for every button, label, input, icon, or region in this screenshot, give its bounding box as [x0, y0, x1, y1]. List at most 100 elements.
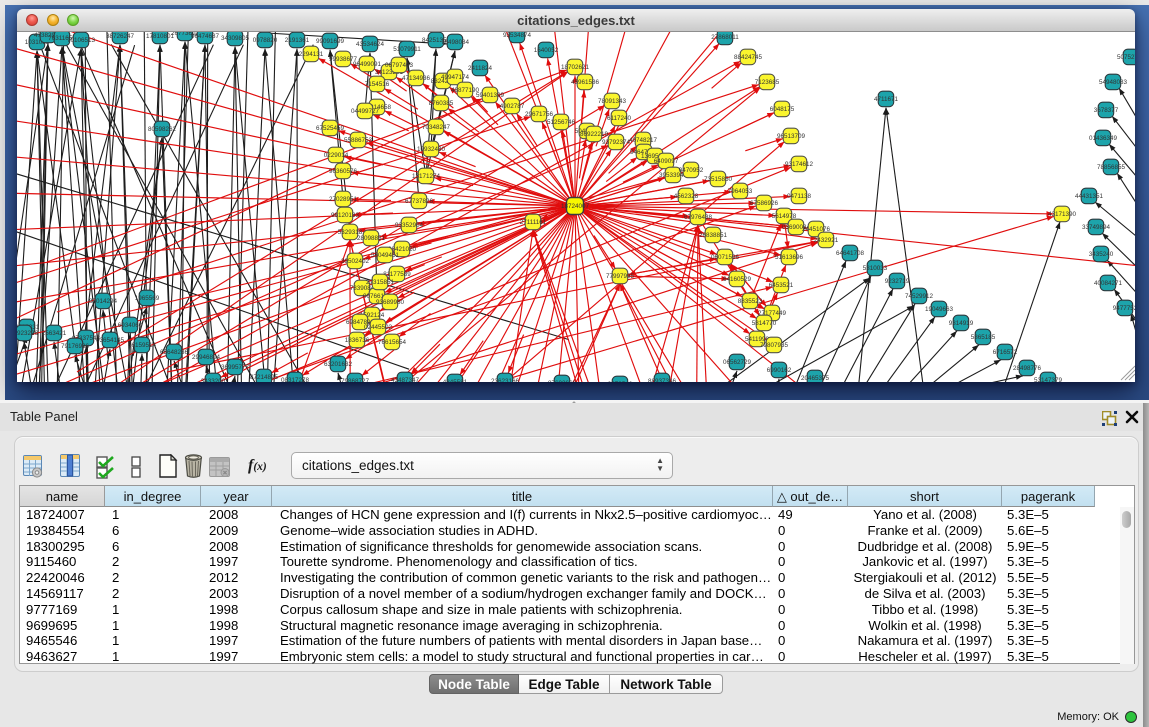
svg-text:6409097: 6409097 — [654, 158, 679, 165]
svg-text:70106513: 70106513 — [67, 37, 96, 44]
svg-text:59401399: 59401399 — [476, 92, 505, 99]
svg-text:96499091: 96499091 — [353, 61, 382, 68]
svg-text:06474687: 06474687 — [191, 33, 220, 40]
svg-text:44431351: 44431351 — [1075, 193, 1104, 200]
svg-text:9232719: 9232719 — [885, 278, 910, 285]
svg-text:06797403: 06797403 — [385, 62, 414, 69]
svg-text:8835523: 8835523 — [738, 298, 763, 305]
svg-text:2563421: 2563421 — [42, 330, 67, 337]
svg-text:27315851: 27315851 — [366, 279, 395, 286]
svg-text:51079911: 51079911 — [393, 46, 421, 53]
svg-text:51256746: 51256746 — [547, 119, 576, 126]
svg-text:43487347: 43487347 — [391, 377, 420, 382]
svg-text:64160529: 64160529 — [723, 276, 752, 283]
svg-text:67737826: 67737826 — [405, 198, 434, 205]
svg-text:0471138: 0471138 — [787, 193, 812, 200]
svg-text:34309805: 34309805 — [221, 35, 250, 42]
svg-text:04499727: 04499727 — [351, 108, 380, 115]
svg-text:6934060: 6934060 — [118, 322, 143, 329]
svg-text:29946804: 29946804 — [192, 354, 221, 361]
svg-text:86922219: 86922219 — [580, 131, 609, 138]
svg-text:56159514: 56159514 — [128, 342, 157, 349]
svg-text:29671756: 29671756 — [525, 111, 554, 118]
svg-text:39502402: 39502402 — [341, 258, 370, 265]
svg-text:33749894: 33749894 — [1082, 224, 1111, 231]
svg-text:93689980: 93689980 — [376, 299, 405, 306]
svg-text:27028951: 27028951 — [329, 196, 358, 203]
svg-text:9670546: 9670546 — [608, 381, 633, 382]
svg-text:6117240: 6117240 — [607, 115, 632, 122]
svg-text:78856855: 78856855 — [1097, 164, 1126, 171]
svg-text:28098851: 28098851 — [357, 235, 386, 242]
svg-text:18702621: 18702621 — [561, 64, 590, 71]
svg-text:76615654: 76615654 — [378, 339, 407, 346]
svg-text:18724007: 18724007 — [561, 203, 590, 210]
svg-text:2432921: 2432921 — [814, 237, 839, 244]
svg-text:26838851: 26838851 — [699, 232, 728, 239]
svg-text:64641708: 64641708 — [836, 250, 865, 257]
svg-text:2191361: 2191361 — [285, 37, 310, 44]
svg-text:93174612: 93174612 — [785, 161, 814, 168]
svg-text:54948083: 54948083 — [1099, 79, 1128, 86]
svg-text:73515850: 73515850 — [704, 176, 733, 183]
svg-text:79807935: 79807935 — [760, 342, 789, 349]
svg-text:49947174: 49947174 — [441, 74, 470, 81]
svg-text:13171274: 13171274 — [412, 173, 441, 180]
svg-text:65648236: 65648236 — [160, 349, 189, 356]
svg-text:6716572: 6716572 — [993, 349, 1018, 356]
svg-text:6990162: 6990162 — [767, 367, 792, 374]
svg-text:43171390: 43171390 — [1048, 211, 1077, 218]
svg-text:19049663: 19049663 — [925, 306, 954, 313]
svg-text:85014294: 85014294 — [89, 298, 118, 305]
svg-text:56049451: 56049451 — [371, 252, 400, 259]
svg-text:4711671: 4711671 — [874, 96, 899, 103]
svg-text:86923226: 86923226 — [17, 330, 38, 337]
svg-text:10932480: 10932480 — [417, 146, 446, 153]
svg-text:1836736: 1836736 — [345, 337, 370, 344]
svg-text:3678377: 3678377 — [1094, 107, 1119, 114]
svg-text:74529912: 74529912 — [905, 293, 934, 300]
svg-text:63201632: 63201632 — [324, 361, 353, 368]
svg-text:99091699: 99091699 — [316, 38, 345, 45]
svg-text:50752735: 50752735 — [1117, 54, 1135, 61]
svg-text:8760385: 8760385 — [429, 100, 454, 107]
svg-text:79176936: 79176936 — [61, 343, 90, 350]
svg-text:6453521: 6453521 — [769, 282, 794, 289]
svg-text:96513709: 96513709 — [777, 133, 806, 140]
svg-text:67525459: 67525459 — [316, 125, 345, 132]
svg-text:3433200: 3433200 — [201, 378, 226, 382]
svg-text:1965569: 1965569 — [135, 295, 160, 302]
svg-text:28498776: 28498776 — [1013, 365, 1042, 372]
svg-text:77997995: 77997995 — [606, 273, 635, 280]
svg-text:4345581: 4345581 — [443, 379, 468, 382]
svg-text:5310033: 5310033 — [863, 265, 888, 272]
svg-text:9477752: 9477752 — [1113, 305, 1135, 312]
svg-text:78091343: 78091343 — [598, 98, 627, 105]
svg-text:38726247: 38726247 — [106, 33, 135, 40]
svg-text:9314919: 9314919 — [949, 320, 974, 327]
svg-text:08317278: 08317278 — [281, 377, 310, 382]
svg-text:5814770: 5814770 — [752, 320, 777, 327]
svg-text:2294131: 2294131 — [299, 51, 324, 58]
svg-text:0978820: 0978820 — [253, 37, 278, 44]
svg-text:03654145: 03654145 — [96, 337, 125, 344]
svg-text:53147379: 53147379 — [1034, 377, 1063, 382]
svg-text:5865185: 5865185 — [971, 334, 996, 341]
svg-text:40748217: 40748217 — [629, 137, 658, 144]
svg-text:55886753: 55886753 — [344, 137, 373, 144]
svg-text:78498084: 78498084 — [441, 39, 470, 46]
svg-text:47134936: 47134936 — [402, 75, 431, 82]
svg-text:7964053: 7964053 — [728, 188, 753, 195]
svg-text:96360576: 96360576 — [329, 168, 358, 175]
svg-text:06562729: 06562729 — [723, 359, 752, 366]
svg-text:88424745: 88424745 — [734, 54, 763, 61]
svg-text:93534874: 93534874 — [503, 32, 532, 39]
svg-text:27111161: 27111161 — [520, 219, 547, 226]
svg-text:43534624: 43534624 — [356, 41, 385, 48]
svg-text:51613696: 51613696 — [775, 254, 804, 261]
svg-text:20465375: 20465375 — [801, 375, 830, 382]
svg-text:23623166: 23623166 — [491, 378, 520, 382]
svg-text:2411824: 2411824 — [468, 65, 493, 72]
svg-text:67976438: 67976438 — [684, 214, 713, 221]
svg-text:67586926: 67586926 — [750, 200, 779, 207]
